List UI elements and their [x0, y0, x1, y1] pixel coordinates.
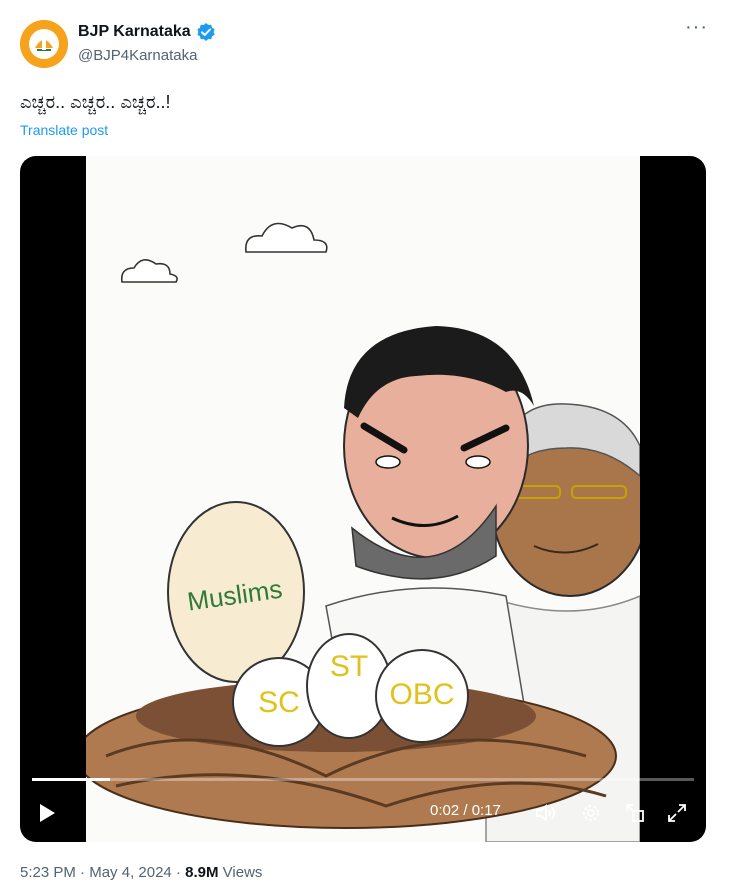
account-name[interactable]: BJP Karnataka	[78, 23, 191, 41]
volume-icon[interactable]	[534, 802, 558, 824]
settings-icon[interactable]	[580, 802, 602, 824]
play-icon[interactable]	[36, 802, 58, 824]
translate-post-link[interactable]: Translate post	[20, 122, 108, 138]
video-player[interactable]: Muslims SC ST OBC 0:02 / 0:17	[20, 156, 706, 842]
post-metadata: 5:23 PM · May 4, 2024 · 8.9M Views	[20, 864, 262, 881]
post-time[interactable]: 5:23 PM	[20, 864, 76, 881]
views-count: 8.9M	[185, 864, 219, 881]
video-progress-bar[interactable]	[32, 778, 694, 781]
account-handle[interactable]: @BJP4Karnataka	[78, 47, 197, 64]
video-progress-fill	[32, 778, 111, 781]
separator: ·	[80, 864, 86, 881]
cartoon-illustration: Muslims SC ST OBC	[86, 222, 640, 842]
verified-badge-icon	[197, 23, 215, 41]
video-time-display: 0:02 / 0:17	[430, 802, 501, 819]
avatar[interactable]	[20, 20, 68, 68]
views-label: Views	[222, 864, 263, 881]
bjp-logo	[20, 20, 68, 68]
video-frame: Muslims SC ST OBC	[86, 156, 640, 842]
more-icon[interactable]: ···	[685, 16, 708, 39]
fullscreen-icon[interactable]	[666, 802, 688, 824]
egg-label-st: ST	[330, 650, 368, 683]
account-name-row: BJP Karnataka	[78, 22, 216, 42]
post-text: ಎಚ್ಚರ.. ಎಚ್ಚರ.. ಎಚ್ಚರ..!	[20, 92, 171, 112]
separator: ·	[175, 864, 181, 881]
egg-label-sc: SC	[258, 686, 300, 719]
post-date[interactable]: May 4, 2024	[89, 864, 172, 881]
pip-icon[interactable]	[624, 802, 646, 824]
egg-label-obc: OBC	[389, 678, 454, 711]
video-controls: 0:02 / 0:17	[20, 782, 706, 842]
